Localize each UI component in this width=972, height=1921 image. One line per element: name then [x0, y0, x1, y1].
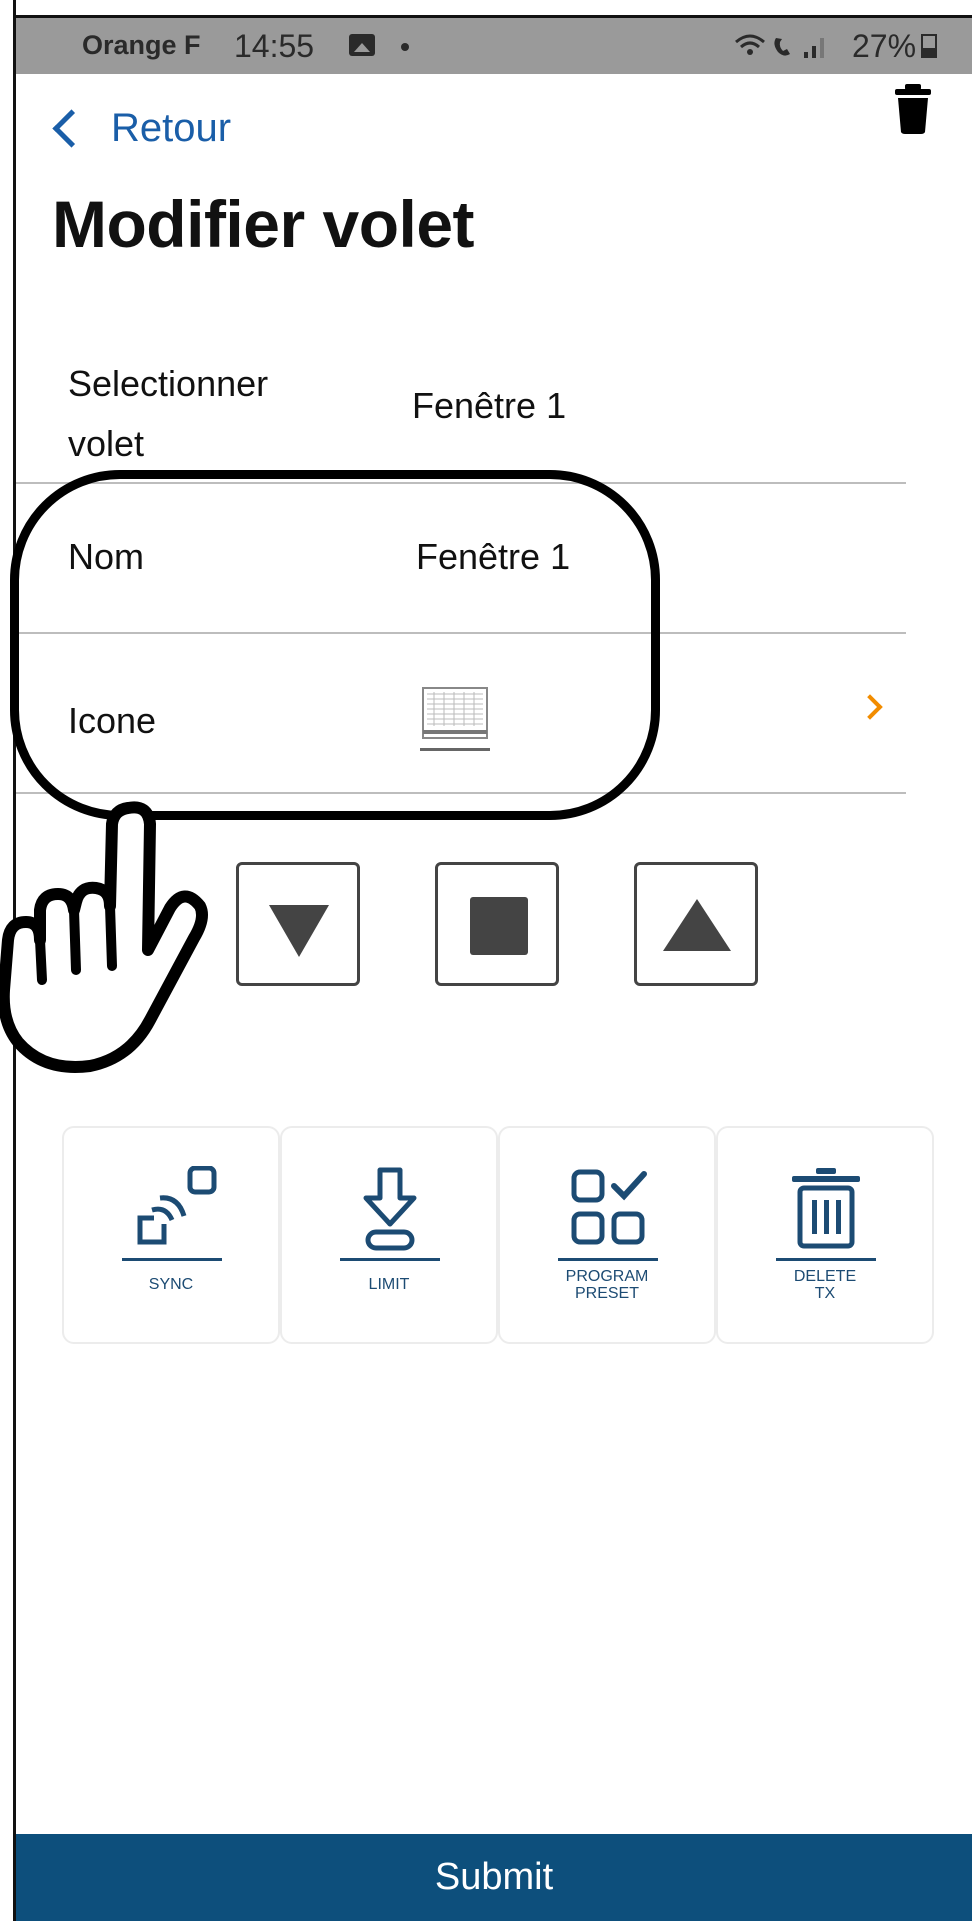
battery-icon	[921, 34, 937, 58]
sync-icon	[122, 1166, 222, 1261]
select-shutter-value[interactable]: Fenêtre 1	[412, 385, 566, 427]
status-bar: Orange F 14:55 27%	[16, 18, 972, 74]
image-frame-top	[0, 0, 972, 18]
sync-label: SYNC	[148, 1276, 194, 1293]
notification-dot-icon	[401, 43, 409, 51]
connectivity-icons	[732, 30, 842, 69]
limit-label: LIMIT	[368, 1276, 410, 1293]
submit-button[interactable]: Submit	[16, 1834, 972, 1921]
icon-row[interactable]: Icone	[16, 634, 906, 794]
stop-square-icon	[470, 897, 528, 955]
icon-label: Icone	[68, 700, 157, 741]
select-shutter-label: Selectionner volet	[68, 363, 269, 464]
wifi-call-signal-icon	[735, 34, 824, 58]
name-label: Nom	[68, 536, 145, 577]
triangle-down-icon	[269, 905, 329, 957]
battery-percent: 27%	[852, 28, 917, 64]
chevron-left-icon	[52, 108, 91, 148]
name-field[interactable]: Fenêtre 1	[416, 536, 570, 578]
tools-panel: SYNC LIMIT PROGRAM PRESET DELETE TX	[62, 1126, 934, 1344]
hand-pointer-icon	[0, 801, 208, 1073]
image-frame-left	[0, 0, 16, 1921]
shutter-down-button[interactable]	[236, 862, 360, 986]
chevron-right-icon[interactable]	[857, 694, 883, 720]
program-preset-button[interactable]: PROGRAM PRESET	[498, 1126, 716, 1344]
select-shutter-row[interactable]: Selectionner volet Fenêtre 1	[16, 340, 906, 484]
name-row[interactable]: Nom Fenêtre 1	[16, 484, 906, 634]
program-preset-label: PROGRAM PRESET	[565, 1268, 649, 1302]
trash-icon[interactable]	[893, 84, 933, 134]
limit-icon	[340, 1167, 440, 1261]
delete-tx-icon	[776, 1168, 876, 1261]
page-title: Modifier volet	[52, 187, 475, 261]
limit-button[interactable]: LIMIT	[280, 1126, 498, 1344]
program-preset-icon	[558, 1169, 658, 1261]
shutter-stop-button[interactable]	[435, 862, 559, 986]
delete-tx-label: DELETE TX	[793, 1268, 857, 1302]
back-button[interactable]: Retour	[48, 100, 231, 156]
shutter-up-button[interactable]	[634, 862, 758, 986]
back-label: Retour	[111, 105, 232, 150]
status-time: 14:55	[234, 28, 315, 64]
sync-button[interactable]: SYNC	[62, 1126, 280, 1344]
carrier-name: Orange F	[82, 30, 201, 60]
submit-label: Submit	[434, 1856, 554, 1898]
gallery-notification-icon	[349, 34, 375, 56]
triangle-up-icon	[663, 899, 731, 951]
delete-tx-button[interactable]: DELETE TX	[716, 1126, 934, 1344]
window-shutter-icon	[420, 687, 490, 751]
